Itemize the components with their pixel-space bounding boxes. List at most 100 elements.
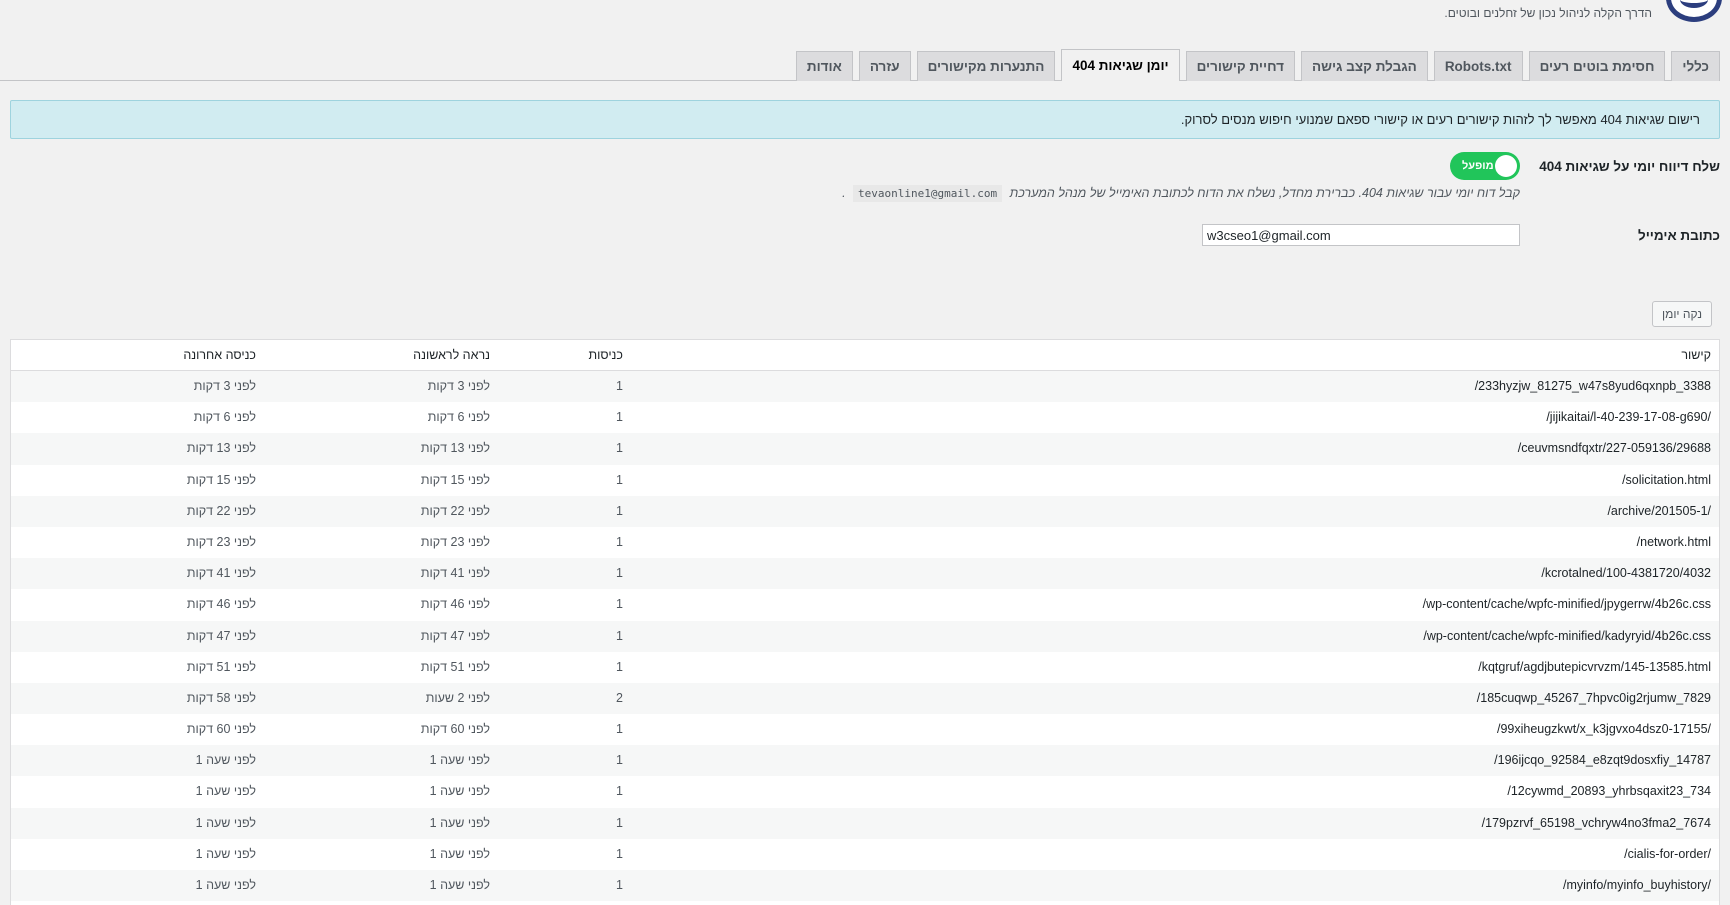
row-hits: 1 bbox=[616, 878, 623, 892]
email-label: כתובת אימייל bbox=[1638, 228, 1720, 243]
row-last-hit: לפני 3 דקות bbox=[193, 379, 256, 393]
column-header-link[interactable]: קישור bbox=[1681, 340, 1711, 370]
column-header-last-hit[interactable]: כניסה אחרונה bbox=[183, 340, 256, 370]
table-row: /archive/201505-1/1 לפני 22 דקות לפני 22 ד… bbox=[11, 495, 1719, 527]
row-first-seen: לפני שעה 1 bbox=[429, 815, 490, 830]
row-link: /myinfo/myinfo_buyhistory/ bbox=[1563, 878, 1711, 892]
daily-report-label: שלח דיווח יומי על שגיאות 404 bbox=[1539, 159, 1720, 174]
row-first-seen: לפני 22 דקות bbox=[420, 503, 490, 518]
row-link: /196ijcqo_92584_e8zqt9dosxfiy_14787 bbox=[1494, 753, 1711, 768]
column-header-hits[interactable]: כניסות bbox=[588, 340, 623, 370]
row-first-seen: לפני שעה 1 bbox=[429, 753, 490, 768]
tab-robots-txt[interactable]: Robots.txt bbox=[1433, 51, 1523, 81]
tab-reject-links[interactable]: דחיית קישורים bbox=[1185, 51, 1295, 81]
row-hits: 1 bbox=[616, 628, 623, 643]
row-link: /ceuvmsndfqxtr/227-059136/29688 bbox=[1517, 441, 1711, 456]
row-first-seen: לפני שעה 1 bbox=[429, 878, 490, 892]
column-header-first-seen[interactable]: נראה לראשונה bbox=[413, 340, 490, 370]
table-row: /wp-content/cache/wpfc-minified/jpygerrw… bbox=[11, 589, 1719, 620]
description-text: קבל דוח יומי עבור שגיאות 404. כברירת מחד… bbox=[1009, 186, 1520, 200]
row-hits: 1 bbox=[616, 503, 623, 518]
info-notice: רישום שגיאות 404 מאפשר לך לזהות קישורים … bbox=[10, 100, 1720, 139]
row-link: /archive/201505-1/ bbox=[1607, 503, 1711, 518]
row-last-hit: לפני 15 דקות bbox=[186, 472, 256, 487]
row-last-hit: לפני שעה 1 bbox=[195, 846, 256, 861]
row-first-seen: לפני 23 דקות bbox=[420, 534, 490, 549]
row-first-seen: לפני 51 דקות bbox=[420, 659, 490, 674]
row-hits: 1 bbox=[616, 722, 623, 737]
row-last-hit: לפני שעה 1 bbox=[195, 815, 256, 830]
row-link: /jijikaitai/l-40-239-17-08-g690/ bbox=[1546, 410, 1711, 425]
row-hits: 1 bbox=[616, 566, 623, 581]
row-hits: 1 bbox=[616, 815, 623, 830]
description-end: . bbox=[842, 186, 846, 200]
row-hits: 1 bbox=[616, 534, 623, 549]
row-hits: 1 bbox=[616, 379, 623, 393]
plugin-tagline: הדרך הקלה לניהול נכון של זחלנים ובוטים. bbox=[1444, 6, 1652, 20]
tab-rate-limiting[interactable]: הגבלת קצב גישה bbox=[1300, 51, 1428, 81]
row-link: /cialis-for-order/ bbox=[1624, 846, 1711, 861]
table-row: /185cuqwp_45267_7hpvc0ig2rjumw_7829 2 לפני… bbox=[11, 682, 1719, 715]
row-first-seen: לפני 46 דקות bbox=[420, 597, 490, 612]
row-hits: 2 bbox=[616, 690, 623, 705]
row-last-hit: לפני 23 דקות bbox=[186, 534, 256, 549]
row-hits: 1 bbox=[616, 846, 623, 861]
daily-report-toggle[interactable]: מופעל bbox=[1450, 152, 1520, 180]
404-log-table: קישור כניסות נראה לראשונה כניסה אחרונה /… bbox=[10, 339, 1720, 905]
toggle-knob bbox=[1495, 155, 1517, 177]
row-hits: 1 bbox=[616, 597, 623, 612]
row-hits: 1 bbox=[616, 472, 623, 487]
daily-report-description: קבל דוח יומי עבור שגיאות 404. כברירת מחד… bbox=[842, 185, 1520, 202]
row-last-hit: לפני 46 דקות bbox=[186, 597, 256, 612]
row-link: /kcrotalned/100-4381720/4032 bbox=[1541, 566, 1711, 581]
row-link: /233hyzjw_81275_w47s8yud6qxnpb_3388 bbox=[1474, 379, 1711, 393]
row-hits: 1 bbox=[616, 659, 623, 674]
row-link: /kqtgruf/agdjbutepicvrvzm/145-13585.html bbox=[1478, 659, 1711, 674]
row-last-hit: לפני 13 דקות bbox=[186, 441, 256, 456]
table-row: /kqtgruf/agdjbutepicvrvzm/145-13585.html… bbox=[11, 652, 1719, 683]
plugin-settings-page: הדרך הקלה לניהול נכון של זחלנים ובוטים. … bbox=[0, 0, 1730, 905]
row-last-hit: לפני שעה 1 bbox=[195, 753, 256, 768]
row-last-hit: לפני 51 דקות bbox=[186, 659, 256, 674]
table-row: /kcrotalned/100-4381720/4032 1 לפני 41 דקו… bbox=[11, 558, 1719, 590]
row-link: /185cuqwp_45267_7hpvc0ig2rjumw_7829 bbox=[1476, 690, 1711, 705]
row-hits: 1 bbox=[616, 441, 623, 456]
tab-404-log[interactable]: יומן שגיאות 404 bbox=[1061, 49, 1180, 81]
row-hits: 1 bbox=[616, 410, 623, 425]
table-row: /233hyzjw_81275_w47s8yud6qxnpb_3388 1 לפני… bbox=[11, 371, 1719, 403]
row-first-seen: לפני 47 דקות bbox=[420, 628, 490, 643]
row-link: /12cywmd_20893_yhrbsqaxit23_734 bbox=[1507, 784, 1711, 799]
table-row: /jijikaitai/l-40-239-17-08-g690/1 לפני 6 … bbox=[11, 402, 1719, 433]
clear-log-button[interactable]: נקה יומן bbox=[1651, 301, 1712, 327]
row-link: /network.html bbox=[1636, 534, 1711, 549]
tab-content: רישום שגיאות 404 מאפשר לך לזהות קישורים … bbox=[0, 80, 1730, 905]
tab-help[interactable]: עזרה bbox=[858, 51, 911, 81]
tab-general[interactable]: כללי bbox=[1671, 51, 1720, 81]
row-first-seen: לפני שעה 1 bbox=[429, 846, 490, 861]
row-link: /179pzrvf_65198_vchryw4no3fma2_7674 bbox=[1481, 815, 1711, 830]
tab-block-bad-bots[interactable]: חסימת בוטים רעים bbox=[1528, 51, 1666, 81]
row-first-seen: לפני 13 דקות bbox=[420, 441, 490, 456]
row-link: /solicitation.html bbox=[1622, 472, 1711, 487]
row-first-seen: לפני 6 דקות bbox=[427, 410, 490, 425]
settings-tabs: כללי חסימת בוטים רעים Robots.txt הגבלת ק… bbox=[0, 48, 1720, 81]
row-hits: 1 bbox=[616, 784, 623, 799]
row-link: /wp-content/cache/wpfc-minified/kadyryid… bbox=[1423, 628, 1711, 643]
row-hits: 1 bbox=[616, 753, 623, 768]
header: הדרך הקלה לניהול נכון של זחלנים ובוטים. bbox=[0, 0, 1730, 48]
row-first-seen: לפני 60 דקות bbox=[420, 722, 490, 737]
table-row: /99xiheugzkwt/x_k3jgvxo4dsz0-17155/1 לפני… bbox=[11, 714, 1719, 745]
row-last-hit: לפני שעה 1 bbox=[195, 878, 256, 892]
tab-disavow-links[interactable]: התנערות מקישורים bbox=[916, 51, 1056, 81]
table-header: קישור כניסות נראה לראשונה כניסה אחרונה bbox=[11, 340, 1719, 371]
table-row: /solicitation.html 1 לפני 15 דקות לפני 15 ד… bbox=[11, 465, 1719, 496]
table-row: /12cywmd_20893_yhrbsqaxit23_734 1 לפני שעה… bbox=[11, 776, 1719, 807]
row-first-seen: לפני 41 דקות bbox=[420, 566, 490, 581]
row-first-seen: לפני 15 דקות bbox=[420, 472, 490, 487]
table-body: /233hyzjw_81275_w47s8yud6qxnpb_3388 1 לפני… bbox=[11, 371, 1719, 902]
table-row: /179pzrvf_65198_vchryw4no3fma2_7674 1 לפני… bbox=[11, 807, 1719, 839]
row-last-hit: לפני 22 דקות bbox=[186, 503, 256, 518]
tab-about[interactable]: אודות bbox=[795, 51, 853, 81]
email-field[interactable] bbox=[1202, 224, 1520, 246]
row-last-hit: לפני שעה 1 bbox=[195, 784, 256, 799]
